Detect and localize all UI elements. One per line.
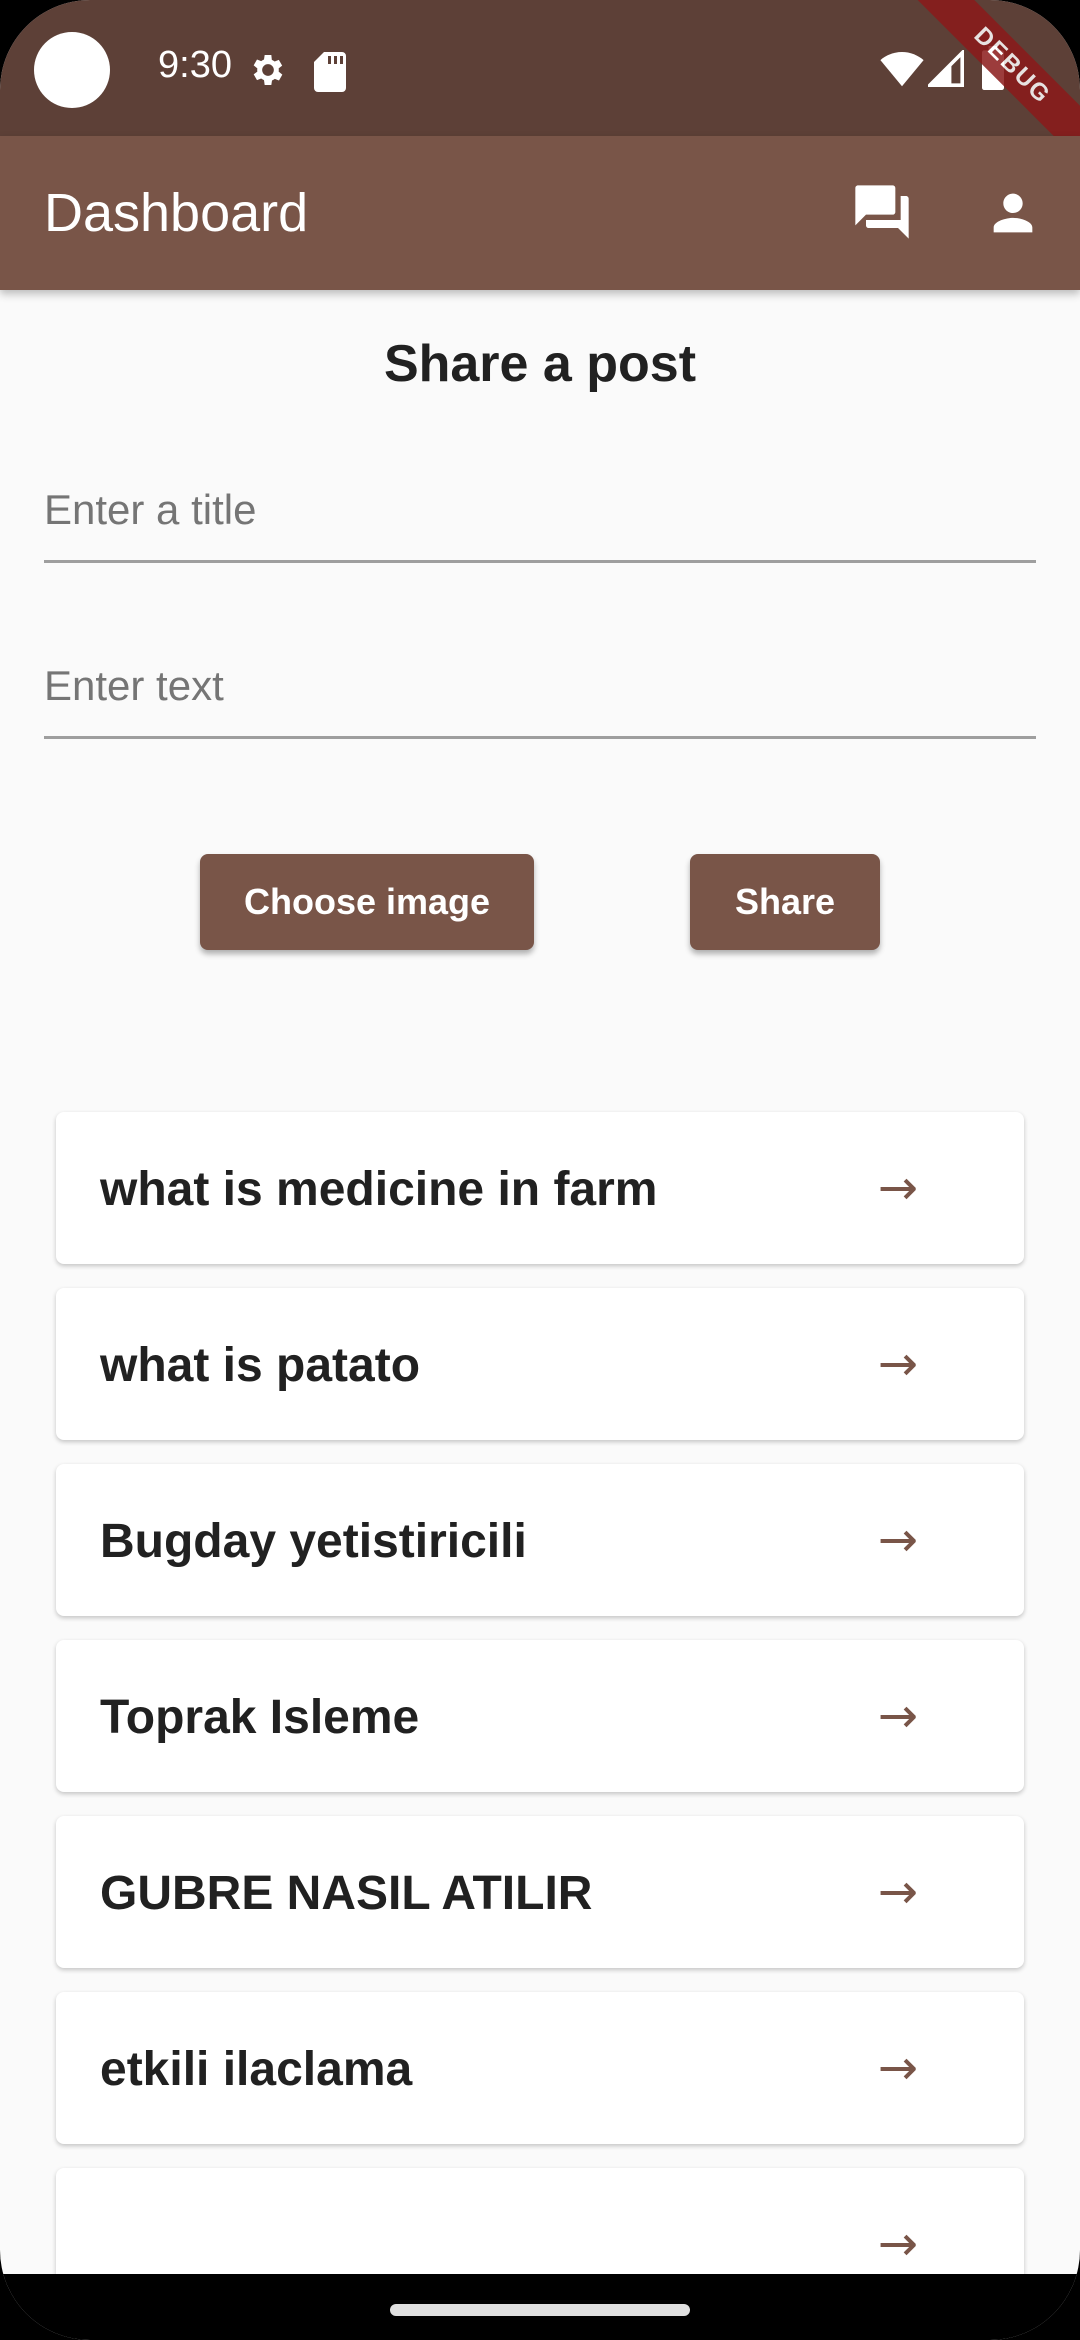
post-title: Toprak Isleme: [100, 1691, 420, 1744]
arrow-right-icon[interactable]: →: [878, 1164, 918, 1212]
gear-icon: [253, 55, 283, 85]
chat-icon[interactable]: [850, 180, 914, 244]
navigation-bar: [0, 2274, 1080, 2340]
list-item[interactable]: GUBRE NASIL ATILIR →: [56, 1816, 1024, 1968]
post-title: etkili ilaclama: [100, 2043, 413, 2096]
text-field[interactable]: [44, 636, 1036, 739]
list-item[interactable]: etkili ilaclama →: [56, 1992, 1024, 2144]
screen: 9:30 DEBUG Dashboard Share a post Enter …: [0, 0, 1080, 2340]
title-input[interactable]: [44, 460, 1036, 560]
title-field[interactable]: [44, 460, 1036, 563]
arrow-right-icon[interactable]: →: [878, 1516, 918, 1564]
arrow-right-icon[interactable]: →: [878, 1340, 918, 1388]
list-item[interactable]: what is medicine in farm →: [56, 1112, 1024, 1264]
list-item[interactable]: what is patato →: [56, 1288, 1024, 1440]
signal-icon: [928, 50, 964, 87]
post-title: GUBRE NASIL ATILIR: [100, 1867, 593, 1920]
list-item[interactable]: Toprak Isleme →: [56, 1640, 1024, 1792]
arrow-right-icon[interactable]: →: [878, 2220, 918, 2268]
status-time: 9:30: [158, 44, 232, 86]
arrow-right-icon[interactable]: →: [878, 1868, 918, 1916]
home-indicator[interactable]: [390, 2304, 690, 2316]
post-title: what is medicine in farm: [100, 1163, 658, 1216]
share-button[interactable]: Share: [690, 854, 880, 950]
arrow-right-icon[interactable]: →: [878, 1692, 918, 1740]
page-title: Dashboard: [44, 183, 309, 243]
status-bar: 9:30 DEBUG: [0, 0, 1080, 173]
app-bar: Dashboard: [0, 136, 1080, 290]
arrow-right-icon[interactable]: →: [878, 2044, 918, 2092]
person-icon[interactable]: [984, 184, 1042, 242]
post-list: what is medicine in farm → what is patat…: [56, 1112, 1024, 2340]
camera-cutout: [34, 32, 110, 108]
list-item[interactable]: Bugday yetistiricili →: [56, 1464, 1024, 1616]
share-post-heading: Share a post: [383, 335, 697, 393]
wifi-icon: [880, 52, 924, 87]
sd-card-icon: [314, 52, 346, 92]
post-title: what is patato: [100, 1339, 421, 1392]
choose-image-button[interactable]: Choose image: [200, 854, 534, 950]
text-input[interactable]: [44, 636, 1036, 736]
post-title: Bugday yetistiricili: [100, 1515, 527, 1568]
